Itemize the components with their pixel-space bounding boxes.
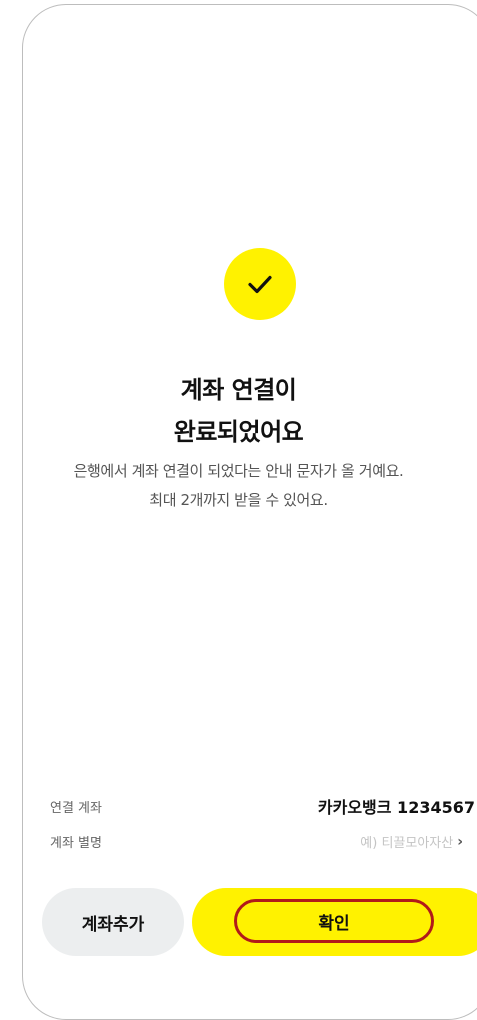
success-check-badge — [224, 248, 296, 320]
success-description-line1: 은행에서 계좌 연결이 되었다는 안내 문자가 올 거예요. — [73, 462, 404, 480]
success-description-line2: 최대 2개까지 받을 수 있어요. — [149, 491, 328, 509]
linked-account-value: 카카오뱅크 1234567 — [317, 798, 475, 817]
confirm-button-highlight: 확인 — [234, 899, 434, 943]
account-nickname-label: 계좌 별명 — [50, 836, 102, 851]
phone-frame — [22, 4, 477, 1020]
confirm-button[interactable]: 확인 — [192, 888, 477, 956]
success-title-line1: 계좌 연결이 — [180, 376, 297, 404]
chevron-right-icon: › — [457, 833, 463, 850]
account-nickname-field[interactable]: 예) 티끌모아자산 › — [360, 832, 463, 852]
add-account-button-label: 계좌추가 — [81, 914, 145, 935]
add-account-button[interactable]: 계좌추가 — [42, 888, 184, 956]
checkmark-icon — [248, 275, 272, 294]
confirm-button-label: 확인 — [318, 913, 350, 934]
linked-account-label: 연결 계좌 — [50, 801, 102, 816]
account-nickname-placeholder: 예) 티끌모아자산 — [360, 836, 454, 851]
success-title-line2: 완료되었어요 — [173, 418, 304, 446]
